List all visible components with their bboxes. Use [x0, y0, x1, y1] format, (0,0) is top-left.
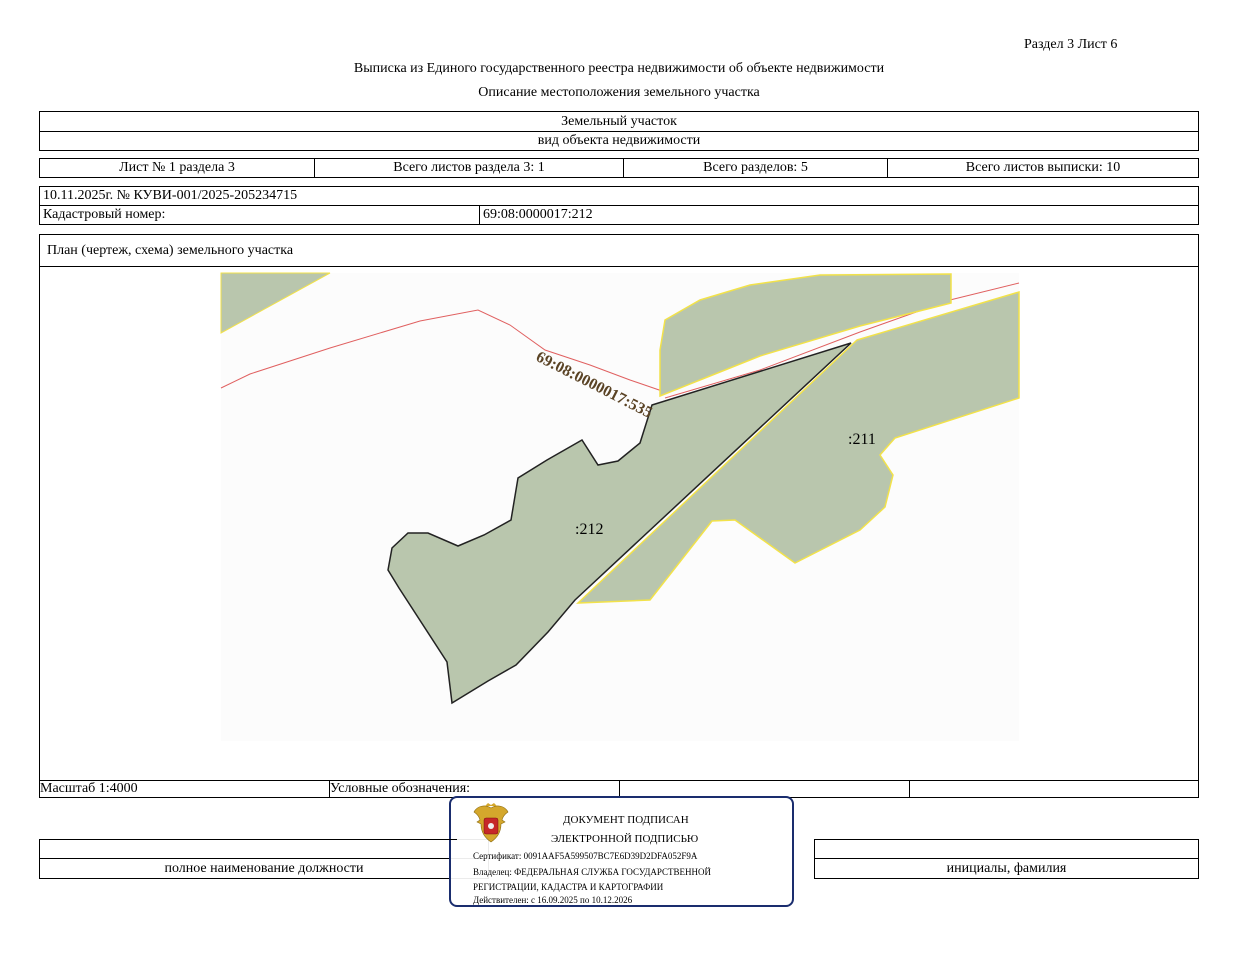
coat-of-arms-icon: [473, 803, 509, 843]
position-cell: [39, 839, 489, 859]
stamp-certificate: Сертификат: 0091AAF5A599507BC7E6D39D2DFA…: [473, 851, 698, 861]
stamp-owner-line2: РЕГИСТРАЦИИ, КАДАСТРА И КАРТОГРАФИИ: [473, 882, 664, 892]
stamp-connector-left: [447, 839, 457, 840]
scale-label: Масштаб 1:4000: [39, 780, 330, 798]
label-parcel-212: :212: [575, 521, 603, 538]
position-caption: полное наименование должности: [39, 858, 489, 879]
name-caption: инициалы, фамилия: [814, 858, 1199, 879]
stamp-valid: Действителен: с 16.09.2025 по 10.12.2026: [473, 895, 633, 905]
stamp-owner-line1: Владелец: ФЕДЕРАЛЬНАЯ СЛУЖБА ГОСУДАРСТВЕ…: [473, 867, 712, 877]
e-signature-stamp: ДОКУМЕНТ ПОДПИСАН ЭЛЕКТРОННОЙ ПОДПИСЬЮ С…: [447, 796, 794, 907]
legend-cell-3: [909, 780, 1199, 798]
stamp-line1: ДОКУМЕНТ ПОДПИСАН: [563, 814, 689, 826]
stamp-line2: ЭЛЕКТРОННОЙ ПОДПИСЬЮ: [551, 833, 699, 845]
name-cell: [814, 839, 1199, 859]
label-parcel-211: :211: [848, 431, 876, 448]
